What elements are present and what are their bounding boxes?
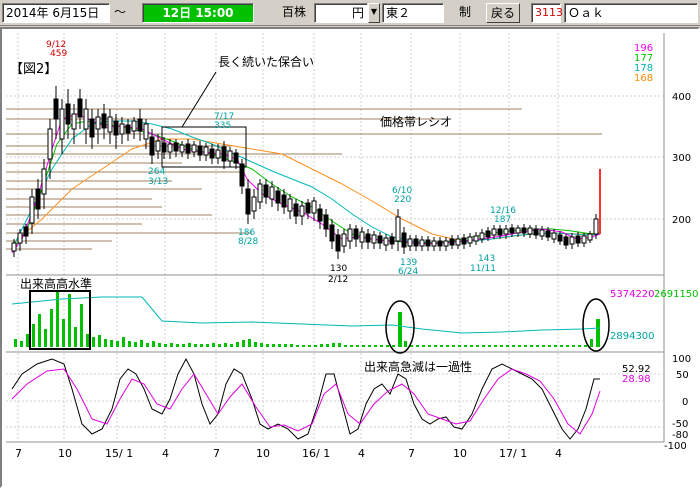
currency-select[interactable]: 円: [314, 3, 368, 23]
annotation-low-price: 130: [330, 264, 347, 274]
period-start-field[interactable]: 2014年 6月15日: [2, 3, 110, 23]
currency-dropdown-arrow[interactable]: ▼: [368, 3, 380, 23]
x-axis-label: 7: [408, 447, 415, 460]
annotation-low-date: 2/12: [328, 275, 348, 285]
osc-axis-100: 100: [672, 354, 691, 365]
toolbar: 2014年 6月15日 ～ 12日 15:00 百株 円 ▼ 東２ 制 戻る 3…: [0, 0, 700, 26]
x-axis-label: 7: [15, 447, 22, 460]
chart-area: 400 300 200 196 177 178 168 5374220 2691…: [0, 27, 700, 488]
annotation-a3-price: 264: [148, 167, 165, 177]
control-label: 制: [459, 5, 472, 19]
annotation-a9-date: 11/11: [470, 264, 496, 274]
x-axis-label: 17/ 1: [499, 447, 527, 460]
volume-drop-note: 出来高急減は一過性: [364, 359, 472, 374]
ma-value-4: 168: [634, 73, 653, 84]
stock-chart-svg: 400 300 200 196 177 178 168 5374220 2691…: [6, 33, 698, 460]
stock-code-field[interactable]: 3113: [531, 3, 563, 23]
volume-high-note: 出来高高水準: [20, 276, 92, 291]
price-axis-300: 300: [672, 153, 691, 164]
volume-max-value: 5374220: [610, 289, 655, 300]
period-end-field[interactable]: 12日 15:00: [142, 3, 254, 23]
annotation-a4-date: 8/28: [238, 237, 258, 247]
x-axis-label: 10: [58, 447, 72, 460]
unit-label: 百株: [282, 5, 307, 19]
back-button[interactable]: 戻る: [486, 3, 520, 23]
annotation-high-price: 459: [50, 49, 67, 59]
annotation-a2-price: 335: [214, 121, 231, 131]
annotation-a6-price: 220: [394, 195, 411, 205]
volume-average-line: [11, 296, 601, 334]
annotation-a7-date: 6/24: [398, 267, 418, 277]
x-axis-label: 4: [162, 447, 169, 460]
x-axis-label: 10: [453, 447, 467, 460]
annotation-a3-date: 3/13: [148, 177, 168, 187]
x-axis-label: 16/ 1: [302, 447, 330, 460]
volume-mid-value: 2894300: [610, 331, 655, 342]
osc-value-2: 28.98: [622, 374, 651, 385]
osc-axis-0: 0: [682, 397, 688, 408]
x-axis-label: 7: [213, 447, 220, 460]
volume-right-value: 2691150: [654, 289, 698, 300]
annotation-a8-price: 187: [494, 215, 511, 225]
plateau-note: 長く続いた保合い: [218, 54, 314, 69]
figure-label: 【図2】: [10, 62, 57, 77]
x-axis-label: 10: [256, 447, 270, 460]
osc-axis-50: 50: [676, 370, 689, 381]
x-axis-label: 4: [555, 447, 562, 460]
stock-name-field[interactable]: Ｏａｋ: [564, 3, 698, 23]
annotation-a9-price: 143: [478, 254, 495, 264]
volume-bars: [14, 291, 600, 347]
osc-axis-neg50: -50: [672, 419, 688, 430]
price-axis-200: 200: [672, 215, 691, 226]
stock-chart-window: 2014年 6月15日 ～ 12日 15:00 百株 円 ▼ 東２ 制 戻る 3…: [0, 0, 700, 488]
osc-axis-neg100: -100: [664, 441, 687, 452]
x-axis-label: 15/ 1: [105, 447, 133, 460]
price-axis-400: 400: [672, 92, 691, 103]
market-field[interactable]: 東２: [382, 3, 444, 23]
price-band-note: 価格帯レシオ: [380, 114, 452, 129]
osc-axis-neg80: -80: [672, 430, 688, 441]
x-axis-label: 4: [358, 447, 365, 460]
period-tilde: ～: [114, 5, 127, 19]
